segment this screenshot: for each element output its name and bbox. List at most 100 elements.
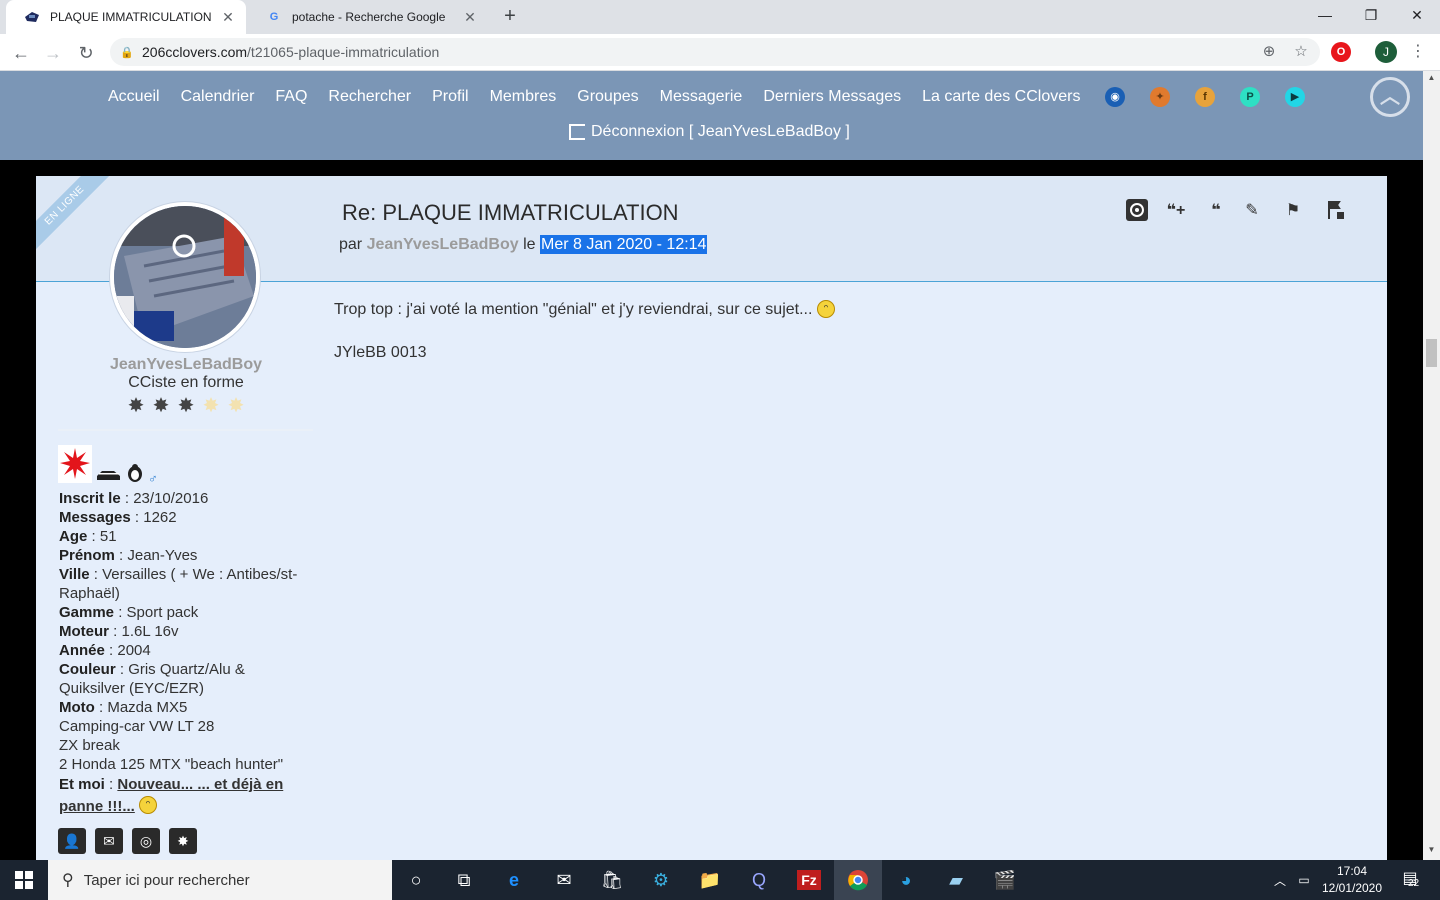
nav-calendrier[interactable]: Calendrier	[181, 88, 255, 106]
scroll-thumb[interactable]	[1426, 339, 1437, 367]
car-badge-icon	[96, 467, 122, 486]
bookmark-star-icon[interactable]: ☆	[1290, 38, 1312, 66]
page-scrollbar[interactable]: ▲ ▼	[1423, 71, 1440, 860]
url-field[interactable]: 🔒 206cclovers.com/t21065-plaque-immatric…	[110, 38, 1320, 66]
field-value: 1.6L 16v	[121, 623, 179, 640]
nav-faq[interactable]: FAQ	[275, 88, 307, 106]
url-host: 206cclovers.com	[142, 44, 248, 60]
user-rank: CCiste en forme	[128, 374, 244, 391]
store-icon[interactable]: 🛍	[588, 860, 636, 900]
split-icon[interactable]	[1323, 198, 1349, 222]
nav-messagerie[interactable]: Messagerie	[660, 88, 743, 106]
maximize-icon[interactable]: ❐	[1348, 0, 1394, 30]
opera-extension-icon[interactable]: O	[1331, 42, 1351, 62]
post-meta: par JeanYvesLeBadBoy le Mer 8 Jan 2020 -…	[339, 235, 708, 254]
reload-icon[interactable]: ↻	[73, 40, 99, 66]
field-label: Couleur	[59, 661, 116, 678]
nav-groupes[interactable]: Groupes	[577, 88, 638, 106]
mail-icon[interactable]: ✉	[540, 860, 588, 900]
clock-date: 12/01/2020	[1321, 881, 1383, 895]
taskbar-clock[interactable]: 17:04 12/01/2020	[1316, 863, 1388, 897]
forward-arrow-icon[interactable]: →	[40, 40, 66, 66]
new-tab-button[interactable]: +	[498, 5, 522, 29]
profile-avatar[interactable]: J	[1375, 41, 1397, 63]
edit-icon[interactable]: ✎	[1239, 198, 1265, 222]
scroll-down-icon[interactable]: ▼	[1426, 845, 1437, 854]
rank-lion-icon: ✸	[127, 395, 145, 417]
filezilla-icon[interactable]: Fz	[785, 860, 833, 900]
tab-title: PLAQUE IMMATRICULATION	[50, 10, 212, 24]
tab-plaque-immatriculation[interactable]: PLAQUE IMMATRICULATION ✕	[6, 0, 246, 34]
browser-tab-bar: PLAQUE IMMATRICULATION ✕ G potache - Rec…	[0, 0, 1440, 34]
facebook-icon[interactable]: f	[1195, 87, 1215, 107]
close-tab-icon[interactable]: ✕	[458, 9, 482, 26]
mention-icon[interactable]	[1124, 198, 1150, 222]
user-name-link[interactable]: JeanYvesLeBadBoy	[96, 356, 276, 374]
taskbar-search-input[interactable]: ⚲ Taper ici pour rechercher	[48, 860, 392, 900]
scroll-up-icon[interactable]: ▲	[1426, 73, 1437, 82]
app-settings-icon[interactable]: ⚙	[637, 860, 685, 900]
notifications-icon[interactable]: ▤ 22	[1398, 868, 1422, 890]
field-moteur: Moteur : 1.6L 16v	[59, 623, 179, 640]
back-arrow-icon[interactable]: ←	[8, 40, 34, 66]
nav-accueil[interactable]: Accueil	[108, 88, 160, 106]
report-icon[interactable]: ⚑	[1280, 198, 1306, 222]
network-icon[interactable]: ▭	[1294, 860, 1314, 900]
edge-icon[interactable]: e	[490, 860, 538, 900]
logout-icon	[569, 124, 585, 140]
field-couleur: Couleur : Gris Quartz/Alu & Quiksilver (…	[59, 661, 245, 697]
cortana-icon[interactable]: ○	[392, 860, 440, 900]
browser-menu-icon[interactable]: ⋮	[1408, 40, 1428, 64]
file-explorer-icon[interactable]: 📁	[686, 860, 734, 900]
field-label: Inscrit le	[59, 490, 121, 507]
avatar[interactable]	[110, 202, 260, 352]
nav-rechercher[interactable]: Rechercher	[328, 88, 411, 106]
wifi-icon[interactable]: ◉	[1105, 87, 1125, 107]
nav-membres[interactable]: Membres	[490, 88, 557, 106]
zoom-icon[interactable]: ⊕	[1258, 38, 1280, 66]
tab-google-search[interactable]: G potache - Recherche Google ✕	[248, 0, 488, 34]
pinterest-icon[interactable]: P	[1240, 87, 1260, 107]
field-value: Sport pack	[126, 604, 199, 621]
nav-profil[interactable]: Profil	[432, 88, 468, 106]
video-editor-icon[interactable]: 🎬	[981, 860, 1029, 900]
chrome-icon[interactable]	[834, 860, 882, 900]
field-ville: Ville : Versailles ( + We : Antibes/st-R…	[59, 566, 298, 602]
post-author-link[interactable]: JeanYvesLeBadBoy	[367, 236, 519, 253]
user-badges: ♂	[58, 445, 162, 486]
close-window-icon[interactable]: ✕	[1394, 0, 1440, 30]
profile-contact-icon[interactable]: 👤	[58, 828, 86, 854]
field-extra-line: 2 Honda 125 MTX "beach hunter"	[59, 756, 284, 773]
youtube-icon[interactable]: ▶	[1285, 87, 1305, 107]
private-message-icon[interactable]: ✉	[95, 828, 123, 854]
quote-icon[interactable]: ❝	[1203, 198, 1229, 222]
field-age: Age : 51	[59, 528, 117, 545]
tux-penguin-icon	[126, 463, 144, 486]
logout-link[interactable]: Déconnexion [ JeanYvesLeBadBoy ]	[569, 123, 850, 141]
nav-derniers-messages[interactable]: Derniers Messages	[763, 88, 901, 106]
windows-start-icon[interactable]	[0, 860, 48, 900]
multiquote-icon[interactable]: ❝+	[1161, 198, 1191, 222]
app-notepad-icon[interactable]: ▰	[932, 860, 980, 900]
twitter-icon[interactable]: ✦	[1150, 87, 1170, 107]
website-icon[interactable]: ◎	[132, 828, 160, 854]
lion-contact-icon[interactable]: ✸	[169, 828, 197, 854]
address-bar-row: ← → ↻ 🔒 206cclovers.com/t21065-plaque-im…	[0, 34, 1440, 71]
wink-smiley-icon: ᵔ	[816, 300, 835, 318]
app-bird-icon[interactable]: ◕	[882, 860, 930, 900]
meta-mid: le	[523, 236, 536, 253]
google-favicon-icon: G	[269, 11, 279, 23]
app-q-icon[interactable]: Q	[735, 860, 783, 900]
post-signature: JYleBB 0013	[334, 344, 427, 361]
field-label: Moteur	[59, 623, 109, 640]
clock-time: 17:04	[1336, 864, 1368, 878]
scroll-top-button[interactable]: ︿	[1370, 77, 1410, 117]
field-messages: Messages : 1262	[59, 509, 177, 526]
nav-carte-cclovers[interactable]: La carte des CClovers	[922, 88, 1080, 106]
tray-chevron-icon[interactable]: ︿	[1270, 860, 1290, 900]
task-view-icon[interactable]: ⧉	[440, 860, 488, 900]
nav-links: Accueil Calendrier FAQ Rechercher Profil…	[108, 85, 1101, 109]
url-path: /t21065-plaque-immatriculation	[247, 44, 440, 60]
minimize-icon[interactable]: —	[1302, 0, 1348, 30]
close-tab-icon[interactable]: ✕	[216, 9, 240, 26]
